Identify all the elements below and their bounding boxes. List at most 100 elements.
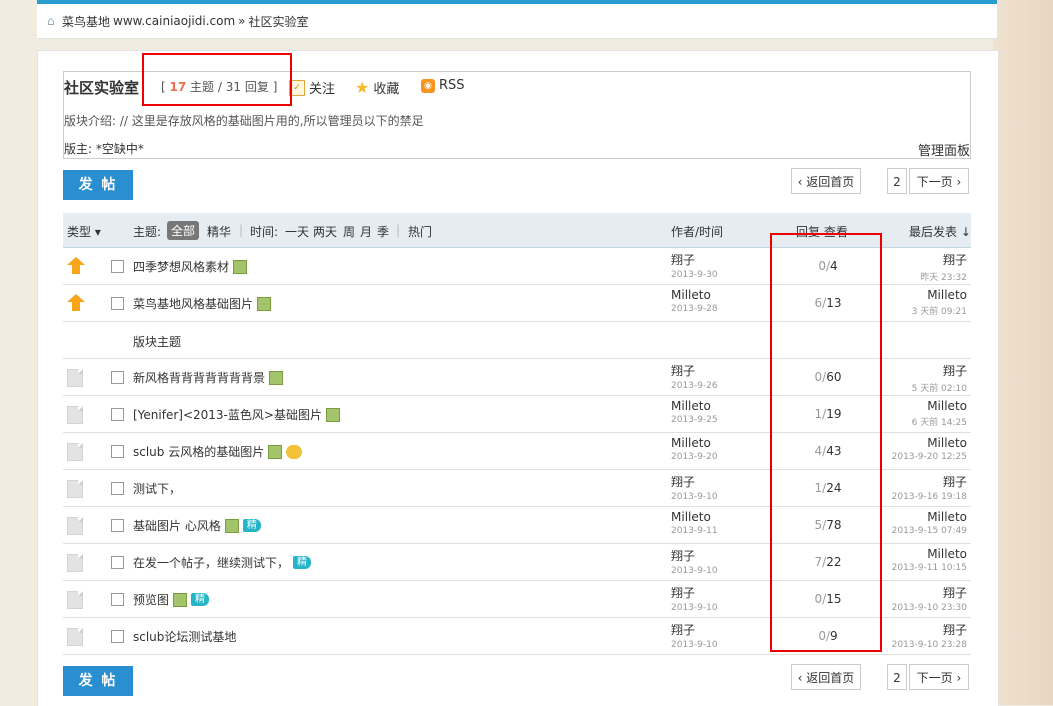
author-name[interactable]: 翔子	[671, 251, 718, 268]
reply-view-count: 1/24	[783, 481, 873, 495]
last-post-time[interactable]: 2013-9-11 10:15	[892, 563, 967, 573]
last-post-user[interactable]: 翔子	[912, 362, 967, 379]
thread-title-link[interactable]: 新风格背背背背背背背景	[133, 369, 265, 386]
reply-view-count: 4/43	[783, 444, 873, 458]
thread-title-link[interactable]: 预览图	[133, 591, 169, 608]
filter-separator-2: |	[396, 223, 401, 237]
table-row: 测试下， 翔子 2013-9-10 1/24 翔子 2013-9-16 19:18	[63, 470, 971, 507]
back-home-button-top[interactable]: ‹ 返回首页	[791, 168, 861, 194]
favorite-button[interactable]: ★ 收藏	[355, 78, 399, 97]
author-name[interactable]: 翔子	[671, 621, 718, 638]
last-post-user[interactable]: 翔子	[920, 251, 967, 268]
author-name[interactable]: Milleto	[671, 399, 718, 413]
post-button-top[interactable]: 发 帖	[63, 170, 133, 200]
breadcrumb-forum[interactable]: 社区实验室	[249, 13, 309, 30]
last-post-time[interactable]: 2013-9-20 12:25	[892, 452, 967, 462]
thread-file-icon	[67, 628, 83, 646]
thread-title-link[interactable]: [Yenifer]<2013-蓝色风>基础图片	[133, 406, 322, 423]
type-filter[interactable]: 类型 ▾	[67, 223, 101, 240]
post-button-bottom[interactable]: 发 帖	[63, 666, 133, 696]
next-page-button-bottom[interactable]: 下一页 ›	[909, 664, 969, 690]
topic-filter-label: 主题:	[133, 225, 162, 239]
last-post-time[interactable]: 2013-9-16 19:18	[892, 492, 967, 502]
last-post-user[interactable]: 翔子	[892, 621, 967, 638]
table-row: 四季梦想风格素材 翔子 2013-9-30 0/4 翔子 昨天 23:32	[63, 248, 971, 285]
thread-title-link[interactable]: 四季梦想风格素材	[133, 258, 229, 275]
last-post-time[interactable]: 5 天前 02:10	[912, 381, 967, 394]
thread-checkbox[interactable]	[111, 630, 124, 643]
last-post-user[interactable]: Milleto	[892, 436, 967, 450]
last-post-column-header[interactable]: 最后发表 ↓	[909, 223, 971, 240]
thread-title-link[interactable]: sclub论坛测试基地	[133, 628, 236, 645]
thread-checkbox[interactable]	[111, 445, 124, 458]
section-divider-row: 版块主题	[63, 322, 971, 359]
author-name[interactable]: 翔子	[671, 584, 718, 601]
last-post-user[interactable]: Milleto	[892, 510, 967, 524]
rss-button[interactable]: ◉ RSS	[421, 78, 465, 93]
last-post-user[interactable]: 翔子	[892, 473, 967, 490]
filter-day[interactable]: 一天	[285, 223, 309, 240]
thread-checkbox[interactable]	[111, 297, 124, 310]
author-name[interactable]: 翔子	[671, 362, 718, 379]
thread-checkbox[interactable]	[111, 371, 124, 384]
admin-panel-link[interactable]: 管理面板	[918, 140, 970, 159]
filter-month[interactable]: 月	[360, 223, 372, 240]
thread-checkbox[interactable]	[111, 482, 124, 495]
author-name[interactable]: Milleto	[671, 436, 718, 450]
topics-label: 主题	[190, 80, 215, 94]
thread-author: 翔子 2013-9-10	[671, 584, 718, 613]
last-post-time[interactable]: 2013-9-15 07:49	[892, 526, 967, 536]
page-number-top[interactable]: 2	[887, 168, 907, 194]
forum-title[interactable]: 社区实验室	[64, 77, 139, 98]
last-post-user[interactable]: Milleto	[892, 547, 967, 561]
page-number-bottom[interactable]: 2	[887, 664, 907, 690]
reply-view-column-header[interactable]: 回复 查看	[796, 223, 848, 240]
last-post-time[interactable]: 2013-9-10 23:28	[892, 640, 967, 650]
image-attachment-icon	[269, 370, 284, 385]
thread-checkbox[interactable]	[111, 260, 124, 273]
follow-button[interactable]: ✓ 关注	[289, 78, 335, 97]
filter-week[interactable]: 周	[343, 223, 355, 240]
filter-two-days[interactable]: 两天	[313, 223, 337, 240]
home-icon[interactable]: ⌂	[47, 15, 59, 27]
thread-checkbox[interactable]	[111, 593, 124, 606]
author-name[interactable]: 翔子	[671, 473, 718, 490]
breadcrumb-url[interactable]: www.cainiaojidi.com	[113, 14, 235, 28]
thread-checkbox[interactable]	[111, 556, 124, 569]
last-post-time[interactable]: 3 天前 09:21	[912, 304, 967, 317]
author-name[interactable]: 翔子	[671, 547, 718, 564]
author-name[interactable]: Milleto	[671, 288, 718, 302]
filter-digest[interactable]: 精华	[207, 223, 231, 240]
thread-checkbox[interactable]	[111, 519, 124, 532]
thread-title-link[interactable]: 菜鸟基地风格基础图片	[133, 295, 253, 312]
thread-title-link[interactable]: 基础图片 心风格	[133, 517, 221, 534]
thread-checkbox[interactable]	[111, 408, 124, 421]
thread-title-link[interactable]: sclub 云风格的基础图片	[133, 443, 264, 460]
last-post-time[interactable]: 6 天前 14:25	[912, 415, 967, 428]
last-post: 翔子 2013-9-10 23:30	[892, 584, 967, 613]
author-name[interactable]: Milleto	[671, 510, 718, 524]
next-page-button-top[interactable]: 下一页 ›	[909, 168, 969, 194]
thread-file-icon	[67, 554, 83, 572]
thread-author: Milleto 2013-9-28	[671, 288, 718, 314]
last-post-user[interactable]: 翔子	[892, 584, 967, 601]
table-row: 新风格背背背背背背背景 翔子 2013-9-26 0/60 翔子 5 天前 02:10	[63, 359, 971, 396]
last-post-user[interactable]: Milleto	[912, 399, 967, 413]
last-post-user[interactable]: Milleto	[912, 288, 967, 302]
last-post-time[interactable]: 昨天 23:32	[920, 270, 967, 283]
reply-count: 0	[814, 592, 823, 606]
post-date: 2013-9-25	[671, 415, 718, 425]
filter-hot[interactable]: 热门	[408, 223, 432, 240]
thread-title-link[interactable]: 测试下，	[133, 480, 181, 497]
view-count: 60	[826, 370, 842, 384]
post-date: 2013-9-28	[671, 304, 718, 314]
filter-season[interactable]: 季	[377, 223, 389, 240]
thread-title-link[interactable]: 在发一个帖子，继续测试下，	[133, 554, 289, 571]
breadcrumb-site[interactable]: 菜鸟基地	[62, 13, 110, 30]
last-post-time[interactable]: 2013-9-10 23:30	[892, 603, 967, 613]
filter-all[interactable]: 全部	[167, 221, 200, 240]
reply-count: 5	[814, 518, 823, 532]
forum-description: 版块介绍: // 这里是存放风格的基础图片用的,所以管理员以下的禁足	[64, 114, 424, 128]
post-date: 2013-9-30	[671, 270, 718, 280]
back-home-button-bottom[interactable]: ‹ 返回首页	[791, 664, 861, 690]
